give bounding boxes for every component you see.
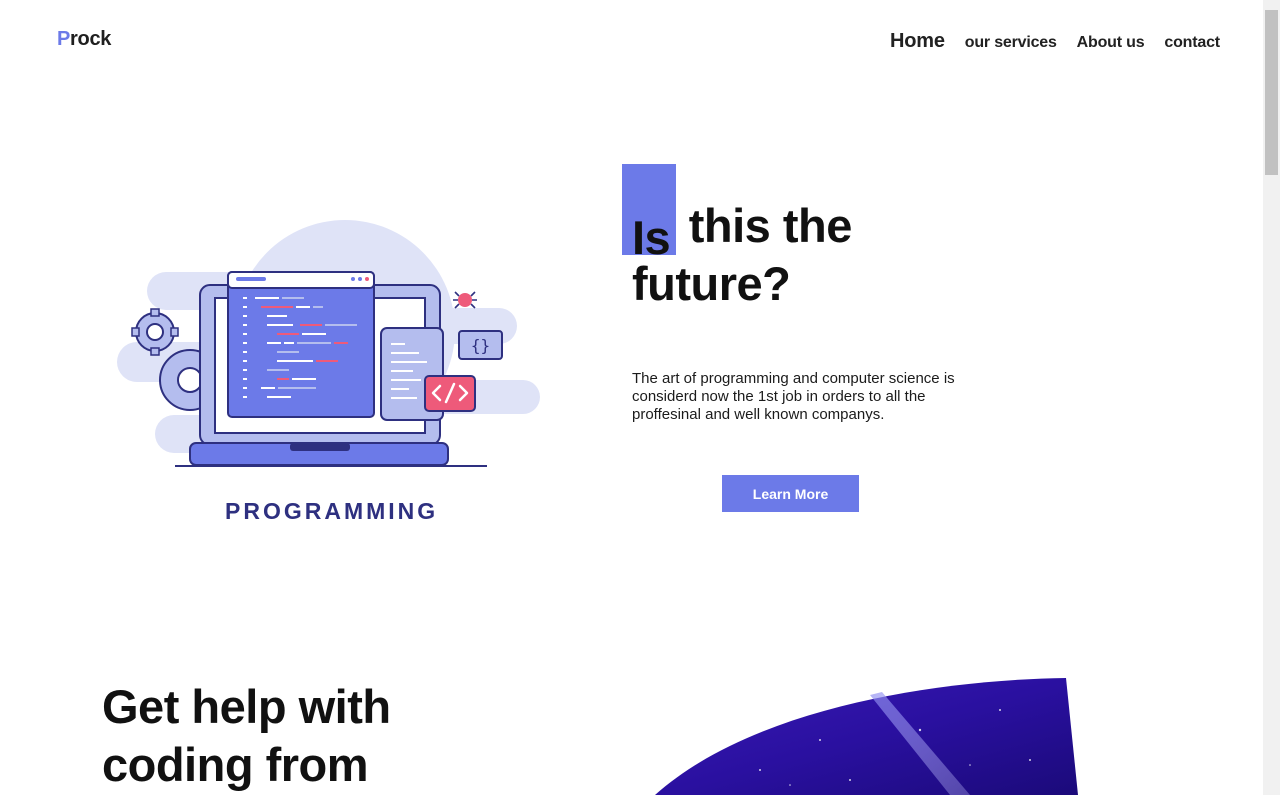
svg-text:{}: {} [471,336,490,355]
nav-contact[interactable]: contact [1164,34,1220,52]
bug-icon [453,291,477,309]
scrollbar-thumb[interactable] [1265,10,1278,175]
nav-home[interactable]: Home [890,30,945,53]
code-tag-icon [424,375,476,412]
main-nav: Home our services About us contact [890,30,1220,53]
nav-our-services[interactable]: our services [965,34,1057,52]
programming-illustration: {} [117,220,540,467]
space-image [655,678,1078,795]
scrollbar[interactable] [1263,0,1280,795]
hero-title: Is this the future? [622,164,853,313]
learn-more-button[interactable]: Learn More [722,475,859,512]
code-window [227,271,375,418]
logo-initial: P [57,28,71,50]
section-title: Get help with coding from [102,680,391,791]
hero-title-line2: future? [632,257,791,310]
logo-text: rock [70,28,112,50]
page: Prock Home our services About us contact [0,0,1263,795]
illustration-caption: PROGRAMMING [225,498,439,524]
hero-title-rest: this the [688,199,853,252]
nav-about-us[interactable]: About us [1077,34,1145,52]
brand-logo[interactable]: Prock [57,28,111,51]
hero-description: The art of programming and computer scie… [632,370,955,423]
curly-braces-icon: {} [458,330,503,360]
hero-title-highlight: Is [622,164,677,264]
